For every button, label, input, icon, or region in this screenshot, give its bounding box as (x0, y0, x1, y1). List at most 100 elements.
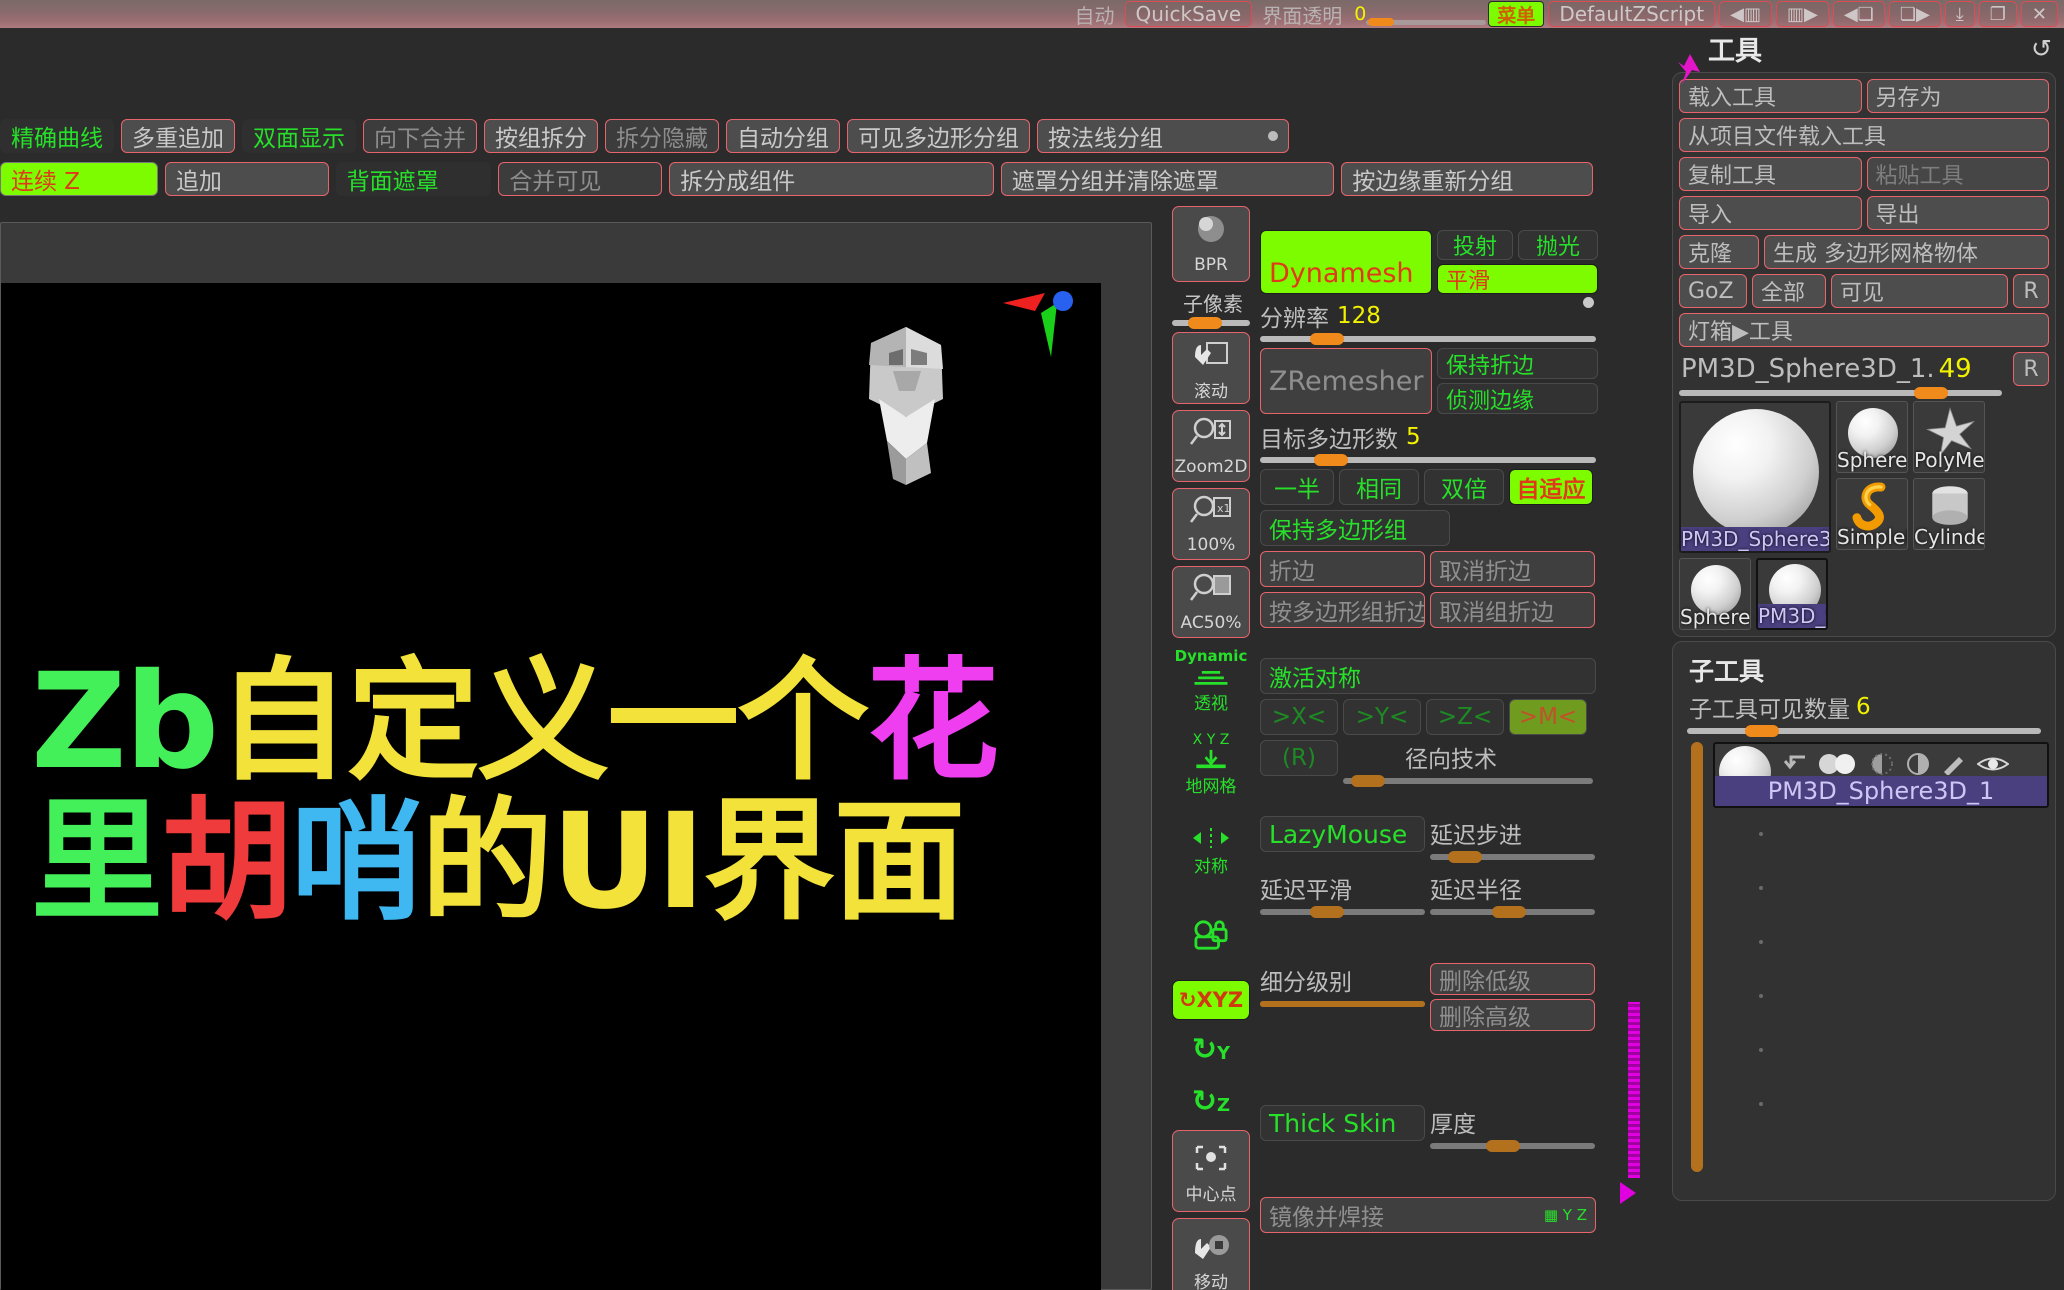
tool-thumb-cylinder3d[interactable]: Cylinder3D (1913, 478, 1985, 550)
crease-polygroups-button[interactable]: 按多边形组折边 (1260, 592, 1425, 628)
target-polycount-slider-row[interactable]: 目标多边形数 5 (1260, 420, 1596, 466)
uncrease-button[interactable]: 取消折边 (1430, 551, 1595, 587)
polish-button[interactable]: 抛光 (1518, 230, 1598, 260)
btn-multi-append[interactable]: 多重追加 (121, 119, 235, 153)
scroll-left-icon[interactable]: ◀▥ (1719, 1, 1772, 27)
zoom2d-icon[interactable]: Zoom2D (1172, 410, 1250, 482)
subtool-list-item[interactable] (1713, 862, 2049, 916)
make-polymesh-button[interactable]: 生成 多边形网格物体 (1764, 235, 2049, 269)
subpixel-slider[interactable] (1172, 317, 1250, 329)
btn-merge-visible[interactable]: 合并可见 (498, 162, 663, 196)
btn-group-visible[interactable]: 可见多边形分组 (847, 119, 1030, 153)
subtool-list-item[interactable] (1713, 1024, 2049, 1078)
pin-icon[interactable] (1674, 52, 1704, 86)
actual-size-icon[interactable]: x1 100% (1172, 488, 1250, 560)
rotate-xyz-icon[interactable]: ↻XYZ (1172, 980, 1250, 1020)
uncrease-polygroups-button[interactable]: 取消组折边 (1430, 592, 1595, 628)
btn-continuous-z[interactable]: 连续 Z (0, 162, 158, 196)
next-item-icon[interactable]: ❏▶ (1888, 1, 1941, 27)
prev-item-icon[interactable]: ◀❏ (1832, 1, 1885, 27)
minimize-icon[interactable]: ⤓ (1944, 1, 1975, 27)
btn-regroup-by-edges[interactable]: 按边缘重新分组 (1341, 162, 1593, 196)
btn-backface-mask[interactable]: 背面遮罩 (335, 162, 492, 196)
close-icon[interactable]: ✕ (2020, 1, 2058, 27)
keep-creases-button[interactable]: 保持折边 (1437, 348, 1598, 379)
current-tool-slider[interactable]: PM3D_Sphere3D_1. 49 (1679, 352, 2002, 399)
blur-button[interactable]: 平滑 (1437, 264, 1598, 294)
subtool-list-item[interactable] (1713, 916, 2049, 970)
btn-groups-split[interactable]: 按组拆分 (484, 119, 598, 153)
radial-slider-row[interactable]: 径向技术 (1343, 740, 1593, 787)
export-button[interactable]: 导出 (1866, 196, 2049, 230)
menu-button[interactable]: 菜单 (1488, 1, 1545, 27)
save-as-button[interactable]: 另存为 (1866, 79, 2049, 113)
goz-r-button[interactable]: R (2013, 274, 2049, 308)
symmetry-icon[interactable]: 对称 (1172, 812, 1250, 890)
btn-append[interactable]: 追加 (164, 162, 329, 196)
subtool-list-item[interactable] (1713, 808, 2049, 862)
thickness-slider-row[interactable]: 厚度 (1430, 1105, 1595, 1152)
subtool-list-item[interactable]: PM3D_Sphere3D_1 (1713, 742, 2049, 808)
project-button[interactable]: 投射 (1437, 230, 1513, 260)
center-point-icon[interactable]: 中心点 (1172, 1130, 1250, 1212)
detect-edges-button[interactable]: 侦测边缘 (1437, 383, 1598, 414)
tool-thumb-sphere3d[interactable]: Sphere3D (1679, 558, 1751, 630)
floor-grid-icon[interactable]: X Y Z 地网格 (1172, 722, 1250, 806)
btn-split-hidden[interactable]: 拆分隐藏 (605, 119, 719, 153)
eye-icon[interactable] (1977, 753, 2009, 775)
tool-thumb-sphere3[interactable]: Sphere3 (1836, 401, 1908, 473)
goz-all-button[interactable]: 全部 (1752, 274, 1826, 308)
zremesher-button[interactable]: ZRemesher (1260, 348, 1432, 414)
ac50-icon[interactable]: AC50% (1172, 566, 1250, 638)
btn-merge-down[interactable]: 向下合并 (363, 119, 477, 153)
copy-tool-button[interactable]: 复制工具 (1679, 157, 1862, 191)
radial-toggle-button[interactable]: (R) (1260, 740, 1338, 776)
dynamesh-button[interactable]: Dynamesh (1260, 230, 1432, 294)
lazystep-slider-row[interactable]: 延迟步进 (1430, 816, 1595, 863)
dynamic-perspective-icon[interactable]: Dynamic 透视 (1172, 644, 1250, 716)
tool-thumb-pm3d-sphere3d[interactable]: PM3D_Sphere3 (1679, 401, 1831, 553)
quicksave-button[interactable]: QuickSave (1124, 1, 1253, 27)
tool-thumb-polymesh3d[interactable]: PolyMesh3D (1913, 401, 1985, 473)
brush-icon[interactable] (1941, 753, 1967, 775)
tool-reset-r-button[interactable]: R (2013, 352, 2049, 386)
subtool-visible-slider[interactable] (1687, 725, 2041, 737)
btn-split-to-parts[interactable]: 拆分成组件 (669, 162, 994, 196)
btn-double-sided[interactable]: 双面显示 (242, 119, 356, 153)
arrow-down-left-icon[interactable] (1781, 754, 1807, 774)
subtool-list-item[interactable] (1713, 1078, 2049, 1132)
tool-thumb-pm3d-s[interactable]: PM3D_S (1756, 558, 1828, 630)
import-button[interactable]: 导入 (1679, 196, 1862, 230)
zscript-title[interactable]: DefaultZScript (1548, 1, 1716, 27)
paste-tool-button[interactable]: 粘贴工具 (1866, 157, 2049, 191)
reset-icon[interactable]: ↺ (2031, 34, 2052, 63)
scroll-right-icon[interactable]: ▥▶ (1775, 1, 1829, 27)
half-button[interactable]: 一半 (1260, 469, 1334, 505)
crease-button[interactable]: 折边 (1260, 551, 1425, 587)
btn-auto-groups[interactable]: 自动分组 (726, 119, 840, 153)
scroll-icon[interactable]: 滚动 (1172, 332, 1250, 404)
delete-lower-button[interactable]: 删除低级 (1430, 963, 1595, 995)
load-tool-button[interactable]: 载入工具 (1679, 79, 1862, 113)
axis-y-button[interactable]: >Y< (1343, 699, 1421, 735)
half-circle-icon[interactable] (1869, 753, 1895, 775)
btn-accurate-curve[interactable]: 精确曲线 (0, 119, 114, 153)
same-button[interactable]: 相同 (1339, 469, 1419, 505)
lazymouse-button[interactable]: LazyMouse (1260, 816, 1425, 852)
thick-skin-button[interactable]: Thick Skin (1260, 1105, 1425, 1141)
two-circles-icon[interactable] (1817, 753, 1859, 775)
subtool-scrollbar[interactable] (1691, 742, 1703, 1172)
ui-transparency-slider[interactable] (1366, 1, 1487, 27)
btn-group-mask-clear[interactable]: 遮罩分组并清除遮罩 (1000, 162, 1335, 196)
lazymouse-lock-icon[interactable] (1172, 896, 1250, 974)
tool-thumb-simplebrush[interactable]: SimpleBrush (1836, 478, 1908, 550)
resolution-slider-row[interactable]: 分辨率 128 (1260, 297, 1596, 345)
btn-group-by-normals[interactable]: 按法线分组 (1037, 119, 1289, 153)
rotate-y-icon[interactable]: ↻Y (1172, 1026, 1250, 1072)
double-button[interactable]: 双倍 (1424, 469, 1504, 505)
axis-z-button[interactable]: >Z< (1426, 699, 1504, 735)
split-circle-icon[interactable] (1905, 753, 1931, 775)
adaptive-button[interactable]: 自适应 (1509, 469, 1593, 505)
axis-x-button[interactable]: >X< (1260, 699, 1338, 735)
subtool-list-item[interactable] (1713, 970, 2049, 1024)
